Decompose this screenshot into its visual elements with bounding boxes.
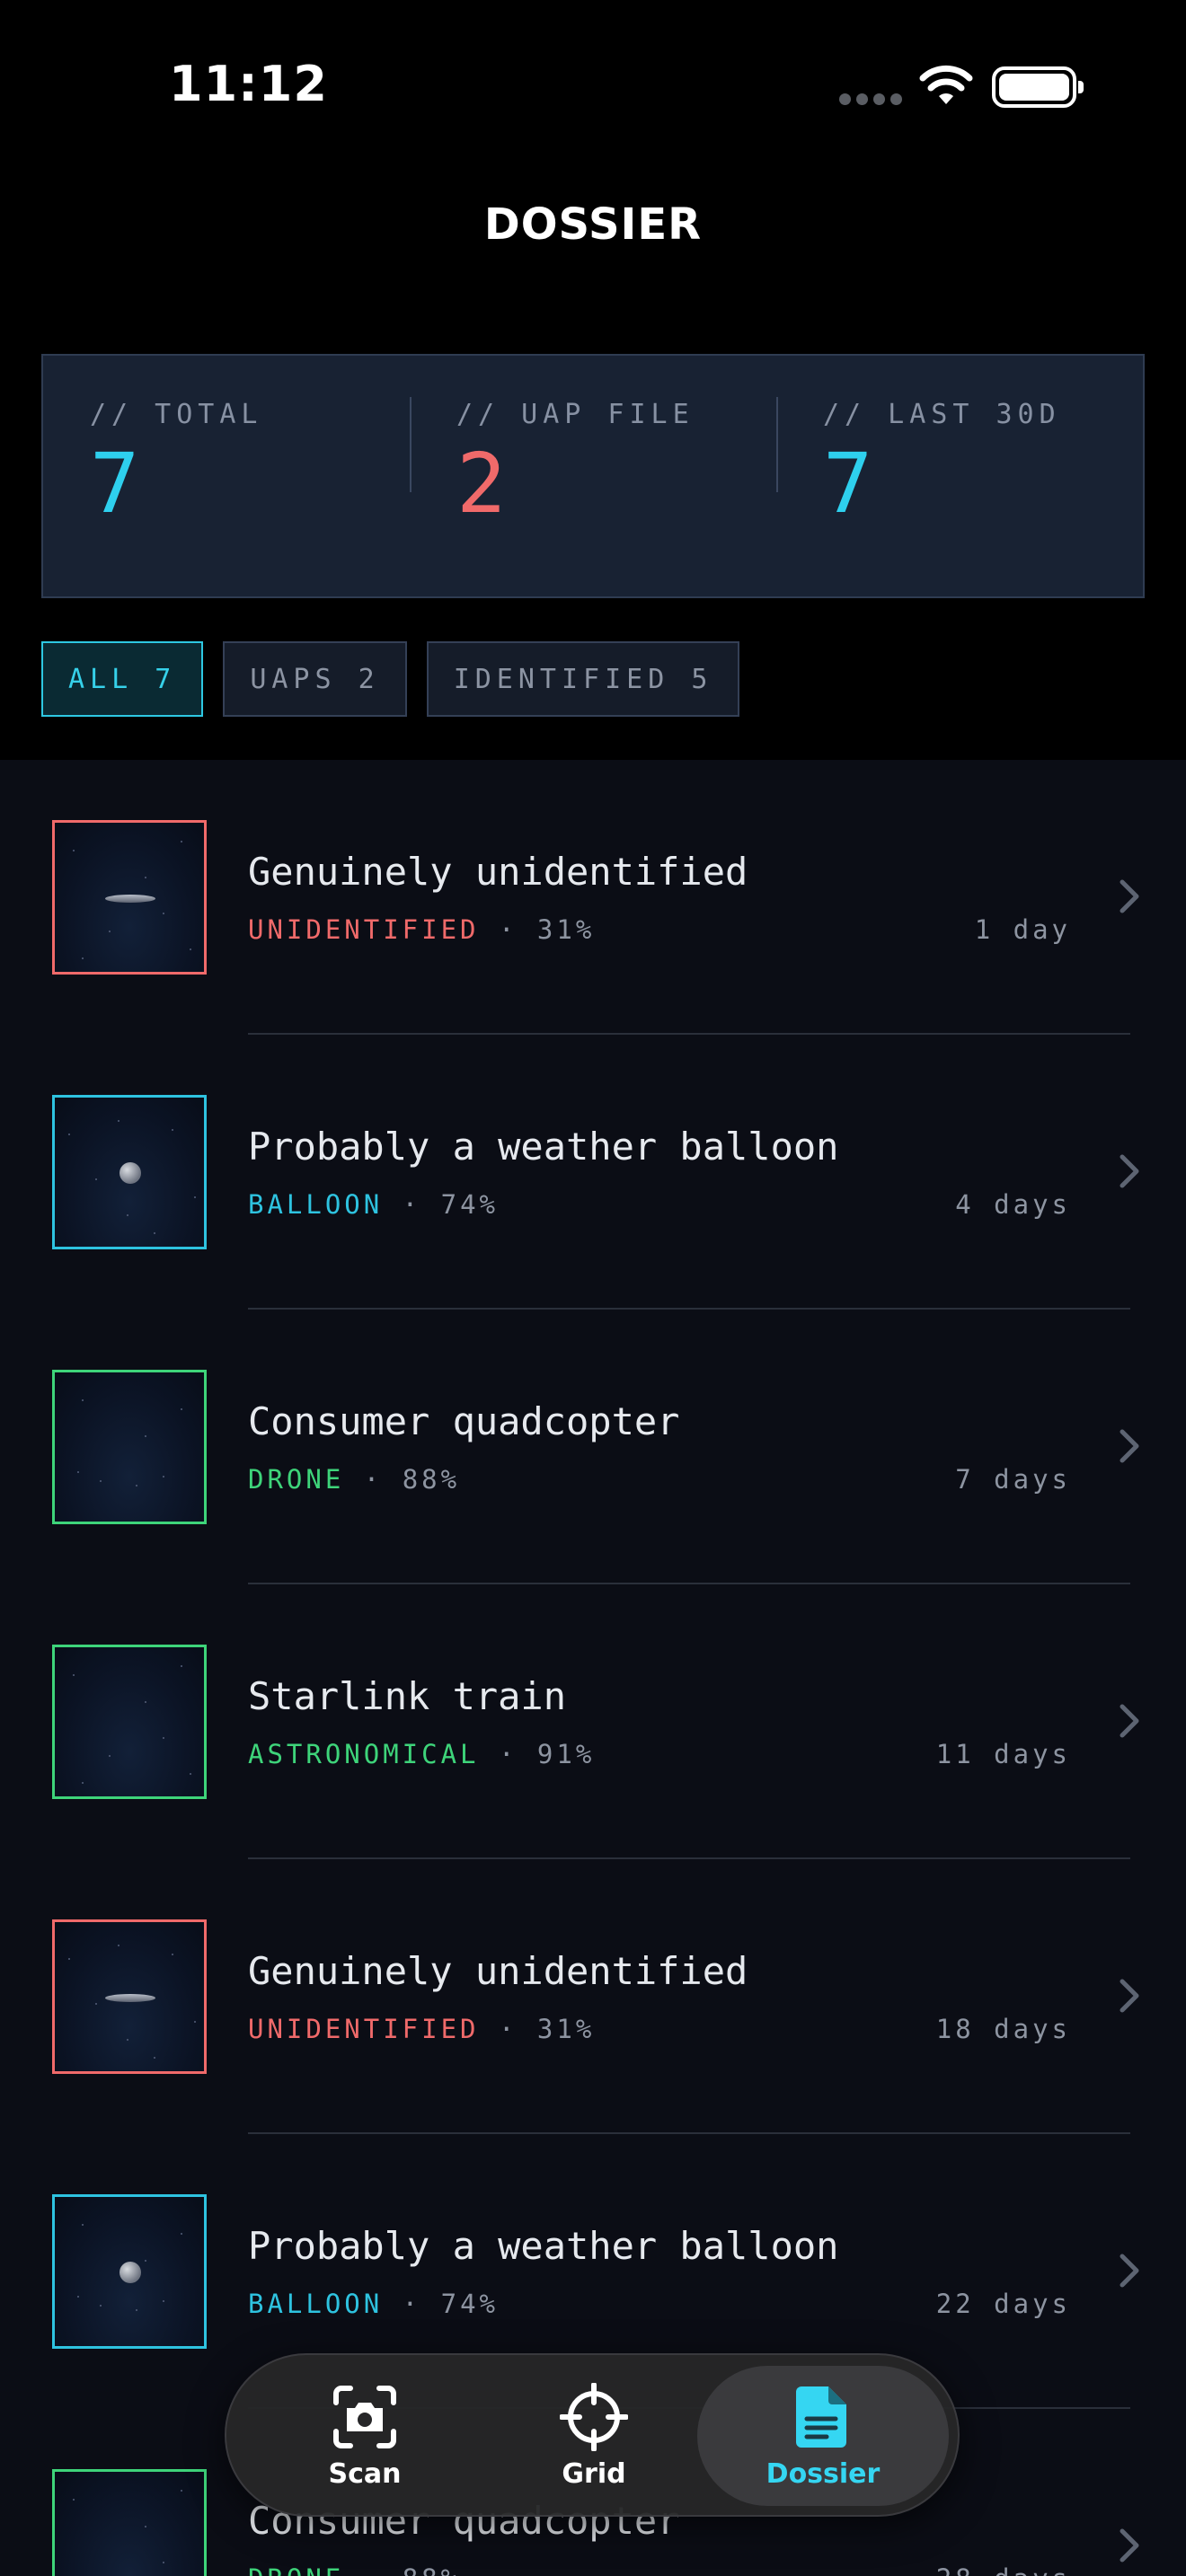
confidence-value: 74%: [440, 2289, 499, 2319]
tab-label: Scan: [328, 2457, 402, 2490]
status-bar: 11:12: [0, 0, 1186, 171]
list-item[interactable]: Genuinely unidentified UNIDENTIFIED · 31%…: [0, 760, 1186, 1035]
tab-bar: Scan Grid Dossier: [225, 2353, 960, 2517]
stats-panel: // TOTAL 7 // UAP FILE 2 // LAST 30D 7: [41, 354, 1145, 598]
category-label: UNIDENTIFIED: [248, 2014, 480, 2044]
stat-label: // TOTAL: [90, 399, 263, 430]
status-time: 11:12: [169, 56, 328, 112]
item-age: 18 days: [935, 2014, 1071, 2044]
item-age: 4 days: [955, 1189, 1071, 1220]
item-title: Probably a weather balloon: [248, 1125, 839, 1169]
item-meta: DRONE · 88%: [248, 1464, 460, 1495]
item-title: Consumer quadcopter: [248, 1399, 680, 1443]
item-meta: UNIDENTIFIED · 31%: [248, 2014, 595, 2044]
stat-value: 2: [456, 436, 507, 532]
sighting-thumbnail: [52, 1095, 207, 1249]
tab-scan[interactable]: Scan: [239, 2366, 491, 2506]
category-label: ASTRONOMICAL: [248, 1739, 480, 1769]
sighting-thumbnail: [52, 1645, 207, 1799]
chevron-right-icon: [1120, 1154, 1139, 1188]
stat-label: // LAST 30D: [823, 399, 1061, 430]
filter-bar: ALL 7 UAPS 2 IDENTIFIED 5: [41, 641, 740, 717]
separator: ·: [479, 1739, 537, 1769]
sighting-thumbnail: [52, 2194, 207, 2349]
tab-label: Grid: [562, 2457, 626, 2490]
confidence-value: 31%: [536, 914, 596, 945]
item-age: 11 days: [935, 1739, 1071, 1769]
item-meta: DRONE · 88%: [248, 2563, 460, 2576]
separator: ·: [344, 2563, 402, 2576]
item-age: 28 days: [936, 2563, 1071, 2576]
tab-label: Dossier: [766, 2457, 881, 2490]
stat-uap-file: // UAP FILE 2: [410, 356, 776, 596]
chevron-right-icon: [1120, 2528, 1139, 2563]
filter-all[interactable]: ALL 7: [41, 641, 204, 717]
item-meta: UNIDENTIFIED · 31%: [248, 914, 595, 945]
item-age: 1 day: [974, 914, 1071, 945]
chevron-right-icon: [1120, 1704, 1139, 1738]
document-icon: [796, 2386, 846, 2448]
battery-icon: [992, 66, 1084, 108]
sightings-list: Genuinely unidentified UNIDENTIFIED · 31%…: [0, 760, 1186, 2576]
crosshair-icon: [560, 2382, 628, 2451]
camera-scan-icon: [333, 2385, 396, 2448]
category-label: UNIDENTIFIED: [248, 914, 480, 945]
category-label: BALLOON: [248, 2289, 384, 2319]
item-meta: BALLOON · 74%: [248, 2289, 499, 2319]
chevron-right-icon: [1120, 879, 1139, 913]
separator: ·: [383, 1189, 441, 1220]
chevron-right-icon: [1120, 1979, 1139, 2013]
list-item[interactable]: Consumer quadcopter DRONE · 88% 7 days: [0, 1310, 1186, 1584]
item-meta: BALLOON · 74%: [248, 1189, 499, 1220]
filter-identified[interactable]: IDENTIFIED 5: [426, 641, 740, 717]
sighting-thumbnail: [52, 2469, 207, 2576]
list-item[interactable]: Probably a weather balloon BALLOON · 74% 4…: [0, 1035, 1186, 1310]
item-title: Genuinely unidentified: [248, 850, 748, 894]
chevron-right-icon: [1120, 2254, 1139, 2288]
separator: ·: [383, 2289, 441, 2319]
sighting-thumbnail: [52, 1919, 207, 2074]
confidence-value: 74%: [440, 1189, 499, 1220]
stat-value: 7: [823, 436, 873, 532]
cellular-signal-icon: [839, 93, 902, 105]
list-item[interactable]: Genuinely unidentified UNIDENTIFIED · 31%…: [0, 1859, 1186, 2134]
category-label: BALLOON: [248, 1189, 384, 1220]
tab-dossier[interactable]: Dossier: [697, 2366, 949, 2506]
chevron-right-icon: [1120, 1429, 1139, 1463]
page-title: DOSSIER: [483, 199, 703, 250]
confidence-value: 31%: [536, 2014, 596, 2044]
category-label: DRONE: [248, 2563, 344, 2576]
item-age: 22 days: [935, 2289, 1071, 2319]
confidence-value: 91%: [536, 1739, 596, 1769]
separator: ·: [479, 2014, 537, 2044]
stat-value: 7: [90, 436, 140, 532]
stat-total: // TOTAL 7: [43, 356, 410, 596]
confidence-value: 88%: [402, 1464, 461, 1495]
list-item[interactable]: Starlink train ASTRONOMICAL · 91% 11 days: [0, 1584, 1186, 1859]
wifi-icon: [919, 65, 973, 104]
tab-grid[interactable]: Grid: [468, 2366, 720, 2506]
separator: ·: [344, 1464, 403, 1495]
stat-last-30d: // LAST 30D 7: [776, 356, 1143, 596]
item-age: 7 days: [955, 1464, 1071, 1495]
item-title: Starlink train: [248, 1674, 567, 1718]
stat-label: // UAP FILE: [456, 399, 695, 430]
item-meta: ASTRONOMICAL · 91%: [248, 1739, 595, 1769]
separator: ·: [479, 914, 537, 945]
category-label: DRONE: [248, 1464, 345, 1495]
confidence-value: 88%: [403, 2563, 460, 2576]
item-title: Genuinely unidentified: [248, 1949, 748, 1993]
sighting-thumbnail: [52, 1370, 207, 1524]
filter-uaps[interactable]: UAPS 2: [223, 641, 407, 717]
item-title: Probably a weather balloon: [248, 2224, 839, 2268]
sighting-thumbnail: [52, 820, 207, 975]
